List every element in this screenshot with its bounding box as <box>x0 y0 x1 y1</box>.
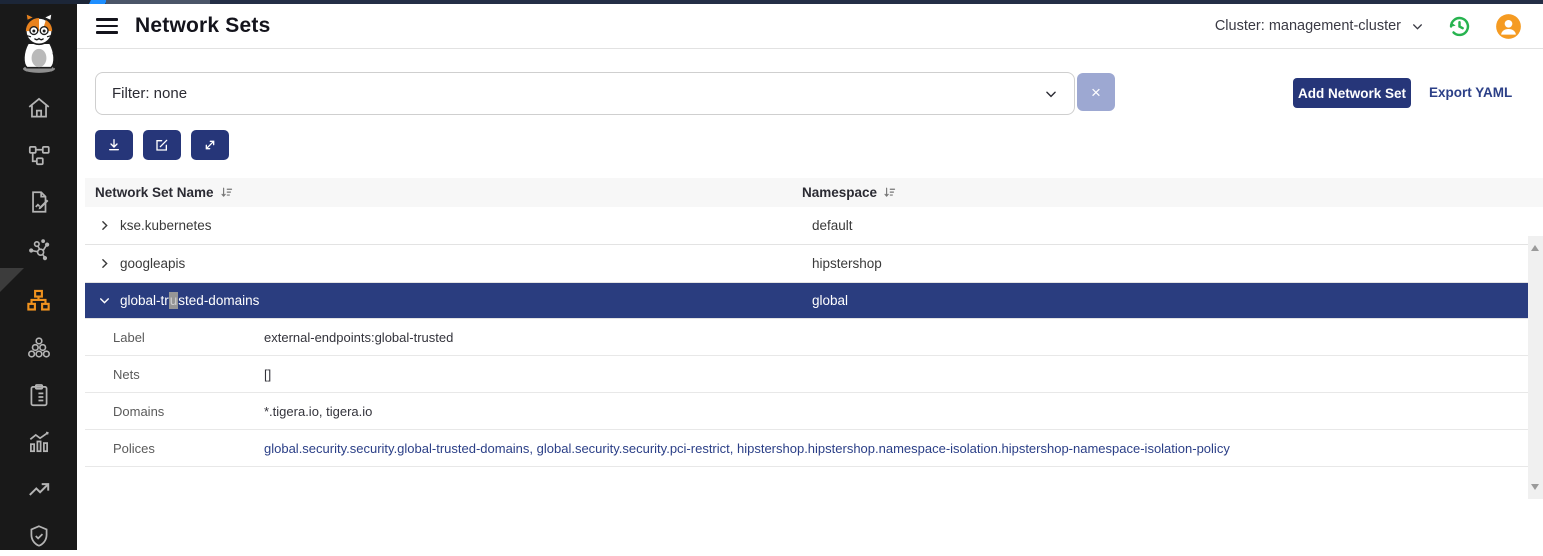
network-set-name: global-trusted-domains <box>120 293 259 308</box>
user-avatar[interactable] <box>1495 13 1522 40</box>
scroll-down-arrow[interactable] <box>1531 484 1539 490</box>
cluster-selector-label: Cluster: management-cluster <box>1215 18 1401 34</box>
detail-key: Nets <box>85 367 264 382</box>
network-sets-table: Network Set Name Namespace kse.kubernete… <box>85 178 1543 467</box>
sidebar-item-network-sets[interactable] <box>0 280 77 320</box>
sort-icon[interactable] <box>220 186 233 199</box>
clear-filter-button[interactable]: × <box>1077 73 1115 111</box>
text-cursor: u <box>169 292 179 309</box>
detail-row-polices: Polices global.security.security.global-… <box>85 430 1528 467</box>
sidebar-item-molecule[interactable] <box>0 230 77 270</box>
network-set-name: kse.kubernetes <box>120 218 212 233</box>
add-network-set-button[interactable]: Add Network Set <box>1293 78 1411 108</box>
stats-icon <box>26 429 52 455</box>
top-strip-slate-segment <box>106 0 210 4</box>
history-icon <box>1446 13 1473 40</box>
detail-value-policies[interactable]: global.security.security.global-trusted-… <box>264 441 1230 456</box>
sidebar-item-home[interactable] <box>0 88 77 128</box>
detail-key: Domains <box>85 404 264 419</box>
user-icon <box>1495 13 1522 40</box>
table-row-selected[interactable]: global-trusted-domains global <box>85 283 1528 319</box>
table-row[interactable]: googleapis hipstershop <box>85 245 1528 283</box>
namespace-value: hipstershop <box>812 256 882 271</box>
chevron-down-icon[interactable] <box>98 294 111 307</box>
chevron-down-icon <box>1044 87 1058 101</box>
chevron-right-icon[interactable] <box>98 219 111 232</box>
sidebar-item-shield[interactable] <box>0 516 77 556</box>
toolbar: Filter: none × Add Network Set Export YA… <box>77 72 1543 115</box>
sidebar-item-policies[interactable] <box>0 182 77 222</box>
edit-icon <box>154 137 170 153</box>
sidebar-item-clusters[interactable] <box>0 328 77 368</box>
detail-key: Label <box>85 330 264 345</box>
filter-select-value: Filter: none <box>112 85 187 102</box>
clusters-icon <box>26 335 52 361</box>
download-icon <box>106 137 122 153</box>
detail-row-domains: Domains *.tigera.io, tigera.io <box>85 393 1528 430</box>
compliance-icon <box>26 382 52 408</box>
cluster-selector[interactable]: Cluster: management-cluster <box>1215 18 1424 34</box>
content-area: Filter: none × Add Network Set Export YA… <box>77 49 1543 550</box>
chevron-right-icon[interactable] <box>98 257 111 270</box>
expand-button[interactable] <box>191 130 229 160</box>
history-button[interactable] <box>1446 13 1473 40</box>
scroll-up-arrow[interactable] <box>1531 245 1539 251</box>
namespace-value: default <box>812 218 853 233</box>
column-header-name[interactable]: Network Set Name <box>85 185 802 200</box>
column-header-name-label: Network Set Name <box>95 185 214 200</box>
detail-value: [] <box>264 367 271 382</box>
namespace-value: global <box>812 293 848 308</box>
table-header: Network Set Name Namespace <box>85 178 1543 207</box>
shield-check-icon <box>26 523 52 549</box>
policies-icon <box>26 189 52 215</box>
sidebar-item-compliance[interactable] <box>0 375 77 415</box>
detail-row-nets: Nets [] <box>85 356 1528 393</box>
home-icon <box>26 95 52 121</box>
expand-icon <box>202 137 218 153</box>
page-title: Network Sets <box>135 14 270 38</box>
molecule-icon <box>26 237 52 263</box>
network-set-name: googleapis <box>120 256 185 271</box>
edit-button[interactable] <box>143 130 181 160</box>
top-strip-segment <box>0 0 90 4</box>
network-sets-icon <box>25 287 52 314</box>
menu-button[interactable] <box>96 18 118 34</box>
table-rows: kse.kubernetes default googleapis hipste… <box>85 207 1528 467</box>
column-header-namespace-label: Namespace <box>802 185 877 200</box>
download-button[interactable] <box>95 130 133 160</box>
table-scrollbar[interactable] <box>1528 236 1543 499</box>
export-yaml-link[interactable]: Export YAML <box>1429 85 1512 100</box>
detail-value: *.tigera.io, tigera.io <box>264 404 372 419</box>
top-strip-blue-segment <box>89 0 107 4</box>
detail-row-label: Label external-endpoints:global-trusted <box>85 319 1528 356</box>
trend-icon <box>26 476 52 502</box>
column-header-namespace[interactable]: Namespace <box>802 185 896 200</box>
sidebar-item-stats[interactable] <box>0 422 77 462</box>
top-strip <box>0 0 1543 4</box>
topology-icon <box>26 142 52 168</box>
detail-key: Polices <box>85 441 264 456</box>
sidebar <box>0 0 77 550</box>
detail-value: external-endpoints:global-trusted <box>264 330 453 345</box>
sort-icon[interactable] <box>883 186 896 199</box>
sidebar-item-trend[interactable] <box>0 469 77 509</box>
filter-select[interactable]: Filter: none <box>95 72 1075 115</box>
sidebar-item-topology[interactable] <box>0 135 77 175</box>
chevron-down-icon <box>1411 20 1424 33</box>
table-row[interactable]: kse.kubernetes default <box>85 207 1528 245</box>
app-header: Network Sets Cluster: management-cluster <box>77 4 1543 49</box>
calico-cat-logo[interactable] <box>0 4 77 80</box>
action-buttons <box>95 130 229 160</box>
